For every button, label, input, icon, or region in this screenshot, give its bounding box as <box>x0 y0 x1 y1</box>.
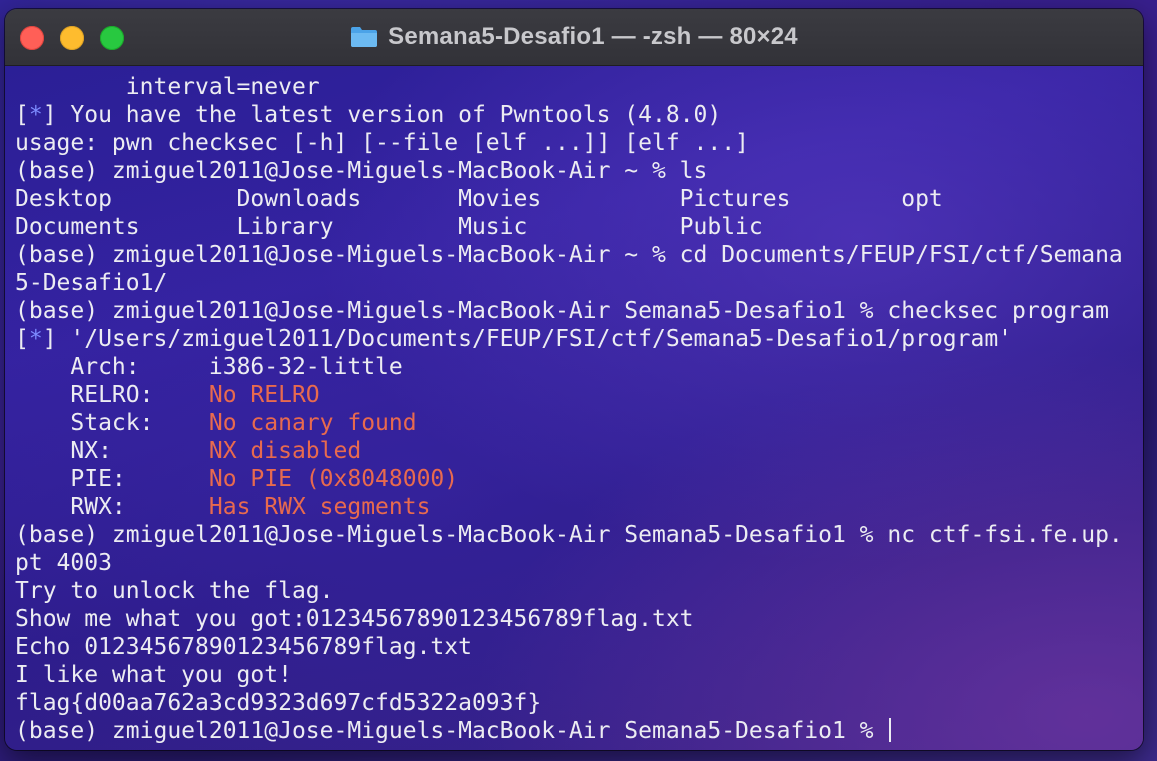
checksec-value: NX disabled <box>208 438 362 464</box>
line-text: pt 4003 <box>15 550 112 576</box>
checksec-value: Has RWX segments <box>208 494 431 520</box>
checksec-value: No RELRO <box>208 382 320 408</box>
line-text: ] '/Users/zmiguel2011/Documents/FEUP/FSI… <box>42 326 1013 352</box>
terminal-window[interactable]: Semana5-Desafio1 — -zsh — 80×24 interval… <box>5 9 1143 750</box>
line-text: 5-Desafio1/ <box>15 270 168 296</box>
terminal-line: pt 4003 <box>15 549 1123 577</box>
checksec-label: RELRO: <box>15 382 209 408</box>
line-text: (base) zmiguel2011@Jose-Miguels-MacBook-… <box>15 158 708 184</box>
terminal-line: PIE: No PIE (0x8048000) <box>15 465 1123 493</box>
checksec-label: Arch: <box>15 354 209 380</box>
text-cursor <box>889 718 892 742</box>
line-text: Echo 01234567890123456789flag.txt <box>15 634 472 660</box>
terminal-content[interactable]: interval=never [*] You have the latest ve… <box>5 66 1143 750</box>
line-text: ] You have the latest version of Pwntool… <box>42 102 722 128</box>
bracket-text: [ <box>15 326 29 352</box>
terminal-line: Arch: i386-32-little <box>15 353 1123 381</box>
line-text: (base) zmiguel2011@Jose-Miguels-MacBook-… <box>15 298 1109 324</box>
checksec-label: Stack: <box>15 410 209 436</box>
checksec-label: PIE: <box>15 466 209 492</box>
title-bar[interactable]: Semana5-Desafio1 — -zsh — 80×24 <box>5 9 1143 66</box>
terminal-line: [*] You have the latest version of Pwnto… <box>15 101 1123 129</box>
line-text: (base) zmiguel2011@Jose-Miguels-MacBook-… <box>15 718 888 744</box>
terminal-line: RELRO: No RELRO <box>15 381 1123 409</box>
checksec-label: RWX: <box>15 494 209 520</box>
line-text: (base) zmiguel2011@Jose-Miguels-MacBook-… <box>15 242 1123 268</box>
terminal-line: NX: NX disabled <box>15 437 1123 465</box>
checksec-value: No PIE (0x8048000) <box>208 466 459 492</box>
info-star: * <box>28 102 43 128</box>
terminal-line: Documents Library Music Public <box>15 213 1123 241</box>
window-title: Semana5-Desafio1 — -zsh — 80×24 <box>388 23 798 50</box>
terminal-line: Stack: No canary found <box>15 409 1123 437</box>
terminal-line: [*] '/Users/zmiguel2011/Documents/FEUP/F… <box>15 325 1123 353</box>
terminal-line: Echo 01234567890123456789flag.txt <box>15 633 1123 661</box>
terminal-line: (base) zmiguel2011@Jose-Miguels-MacBook-… <box>15 521 1123 549</box>
line-text: Documents Library Music Public <box>15 214 763 240</box>
line-text: interval=never <box>15 74 320 100</box>
terminal-line: interval=never <box>15 73 1123 101</box>
terminal-output: interval=never [*] You have the latest ve… <box>15 73 1123 745</box>
terminal-line: (base) zmiguel2011@Jose-Miguels-MacBook-… <box>15 717 1123 745</box>
terminal-line: RWX: Has RWX segments <box>15 493 1123 521</box>
bracket-text: [ <box>15 102 29 128</box>
line-text: I like what you got! <box>15 662 292 688</box>
terminal-line: (base) zmiguel2011@Jose-Miguels-MacBook-… <box>15 157 1123 185</box>
line-text: (base) zmiguel2011@Jose-Miguels-MacBook-… <box>15 522 1123 548</box>
folder-icon <box>350 26 378 48</box>
terminal-line: I like what you got! <box>15 661 1123 689</box>
terminal-line: Show me what you got:0123456789012345678… <box>15 605 1123 633</box>
line-text: flag{d00aa762a3cd9323d697cfd5322a093f} <box>15 690 542 716</box>
line-text: Desktop Downloads Movies Pictures opt <box>15 186 943 212</box>
terminal-line: flag{d00aa762a3cd9323d697cfd5322a093f} <box>15 689 1123 717</box>
line-text: Show me what you got:0123456789012345678… <box>15 606 694 632</box>
terminal-line: (base) zmiguel2011@Jose-Miguels-MacBook-… <box>15 241 1123 269</box>
terminal-line: Try to unlock the flag. <box>15 577 1123 605</box>
terminal-line: (base) zmiguel2011@Jose-Miguels-MacBook-… <box>15 297 1123 325</box>
info-star: * <box>28 326 43 352</box>
line-text: Try to unlock the flag. <box>15 578 334 604</box>
checksec-value: i386-32-little <box>208 354 403 380</box>
line-text: usage: pwn checksec [-h] [--file [elf ..… <box>15 130 749 156</box>
window-title-area: Semana5-Desafio1 — -zsh — 80×24 <box>5 9 1143 65</box>
terminal-line: 5-Desafio1/ <box>15 269 1123 297</box>
checksec-label: NX: <box>15 438 209 464</box>
checksec-value: No canary found <box>208 410 417 436</box>
terminal-line: Desktop Downloads Movies Pictures opt <box>15 185 1123 213</box>
terminal-line: usage: pwn checksec [-h] [--file [elf ..… <box>15 129 1123 157</box>
